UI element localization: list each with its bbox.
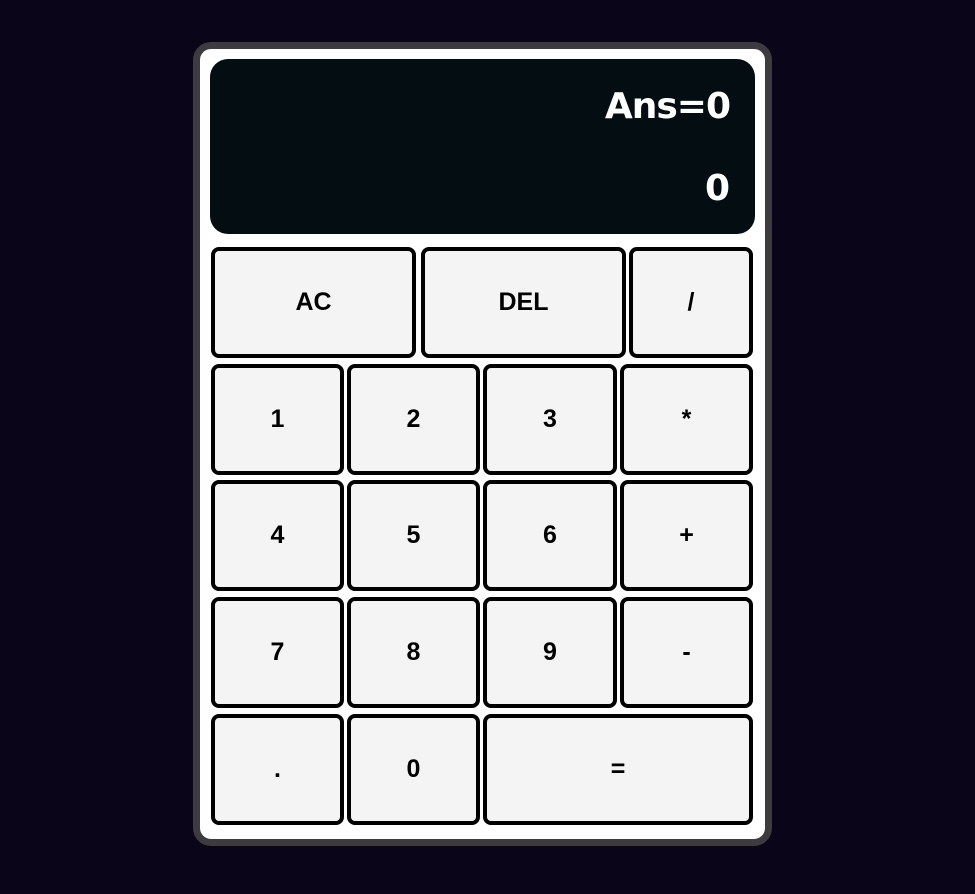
plus-button[interactable]: + <box>620 480 753 591</box>
digit-0-label: 0 <box>406 755 421 783</box>
digit-7-button[interactable]: 7 <box>211 597 344 708</box>
digit-1-label: 1 <box>270 405 285 433</box>
digit-8-label: 8 <box>406 638 421 666</box>
equals-button[interactable]: = <box>483 714 753 825</box>
multiply-button[interactable]: * <box>620 364 753 475</box>
digit-1-button[interactable]: 1 <box>211 364 344 475</box>
digit-3-button[interactable]: 3 <box>483 364 617 475</box>
all-clear-label: AC <box>295 288 332 316</box>
current-operand: 0 <box>704 168 730 209</box>
digit-4-button[interactable]: 4 <box>211 480 344 591</box>
digit-4-label: 4 <box>270 521 285 549</box>
digit-6-label: 6 <box>543 521 557 549</box>
decimal-point-button[interactable]: . <box>211 714 344 825</box>
calculator-display: Ans=0 0 <box>210 59 755 234</box>
digit-8-button[interactable]: 8 <box>347 597 480 708</box>
digit-2-label: 2 <box>406 405 421 433</box>
digit-6-button[interactable]: 6 <box>483 480 617 591</box>
delete-button[interactable]: DEL <box>421 247 626 358</box>
all-clear-button[interactable]: AC <box>211 247 416 358</box>
digit-3-label: 3 <box>543 405 557 433</box>
digit-5-button[interactable]: 5 <box>347 480 480 591</box>
minus-label: - <box>682 638 691 666</box>
digit-7-label: 7 <box>270 638 285 666</box>
minus-button[interactable]: - <box>620 597 753 708</box>
digit-5-label: 5 <box>406 521 421 549</box>
divide-label: / <box>687 288 695 316</box>
equals-label: = <box>610 755 626 783</box>
digit-2-button[interactable]: 2 <box>347 364 480 475</box>
multiply-label: * <box>681 405 692 433</box>
delete-label: DEL <box>498 288 549 316</box>
digit-9-button[interactable]: 9 <box>483 597 617 708</box>
previous-operand: Ans=0 <box>604 86 731 127</box>
divide-button[interactable]: / <box>629 247 753 358</box>
decimal-point-label: . <box>274 755 281 783</box>
plus-label: + <box>679 521 694 549</box>
digit-9-label: 9 <box>543 638 557 666</box>
calculator: Ans=0 0 AC DEL / 1 2 3 * 4 5 6 + 7 8 9 -… <box>193 42 772 846</box>
digit-0-button[interactable]: 0 <box>347 714 480 825</box>
